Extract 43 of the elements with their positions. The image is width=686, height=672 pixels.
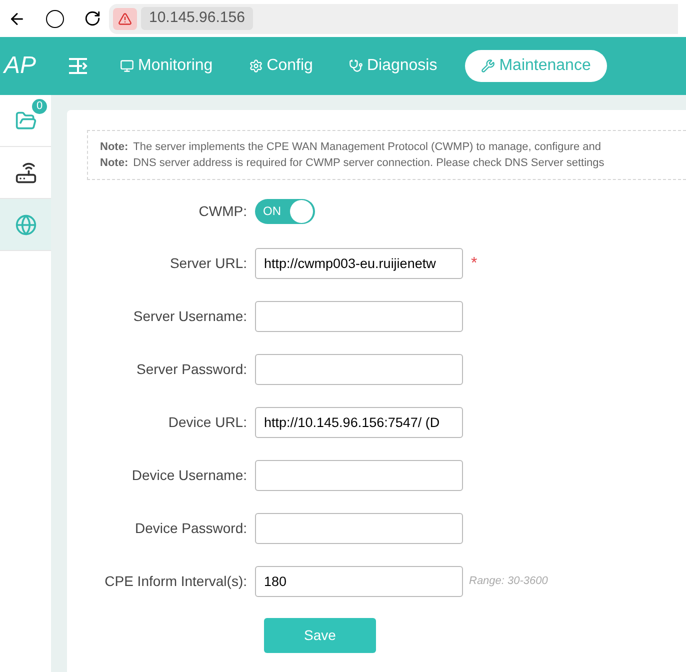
input-field[interactable] (255, 460, 463, 491)
stethoscope-icon (348, 59, 363, 73)
note-text: DNS server address is required for CWMP server connection. Please check DNS Server settings (133, 156, 604, 171)
input-field[interactable] (255, 513, 463, 544)
warning-badge[interactable] (113, 8, 137, 30)
field-label: Server Password: (136, 360, 248, 379)
note-label: Note: (100, 140, 128, 155)
cwmp-toggle[interactable]: ON (255, 198, 315, 224)
field-label: Device Password: (134, 519, 248, 538)
browser-logo-icon[interactable] (46, 10, 64, 28)
count-badge: 0 (31, 98, 48, 115)
input-field[interactable]: http://cwmp003-eu.ruijienetw (255, 248, 463, 279)
field-label: CWMP: (198, 202, 248, 220)
field-label: CPE Inform Interval(s): (104, 572, 248, 591)
input-field[interactable] (255, 354, 463, 385)
input-field[interactable] (255, 301, 463, 332)
wrench-icon (481, 59, 496, 73)
globe-icon (14, 214, 36, 236)
router-icon (14, 162, 36, 184)
nav-tab[interactable]: Monitoring (112, 50, 221, 82)
monitor-icon (120, 59, 134, 73)
nav-tab[interactable]: Maintenance (465, 50, 607, 82)
field-label: Server URL: (168, 254, 248, 273)
nav-tab[interactable]: Config (240, 50, 321, 82)
menu-toggle-icon[interactable] (68, 57, 88, 75)
field-label: Device Username: (130, 466, 248, 485)
required-mark: * (471, 254, 478, 274)
logo-text: AP (2, 51, 38, 81)
input-field[interactable]: 180 (255, 566, 463, 597)
input-field[interactable]: http://10.145.96.156:7547/ (D (255, 407, 463, 438)
folder-icon (14, 110, 36, 132)
save-button[interactable]: Save (264, 618, 376, 653)
settings-icon (248, 59, 263, 73)
address-bar[interactable]: 10.145.96.156 (109, 4, 678, 34)
warning-icon (118, 12, 132, 26)
reload-icon[interactable] (84, 10, 101, 27)
range-hint: Range: 30-3600 (469, 574, 548, 590)
nav-tab[interactable]: Diagnosis (340, 50, 446, 82)
address-text: 10.145.96.156 (141, 7, 253, 30)
field-label: Device URL: (167, 413, 248, 432)
field-label: Server Username: (132, 307, 248, 326)
note-label: Note: (100, 156, 128, 171)
note-text: The server implements the CPE WAN Management Protocol (CWMP) to manage, configure and (133, 140, 602, 155)
